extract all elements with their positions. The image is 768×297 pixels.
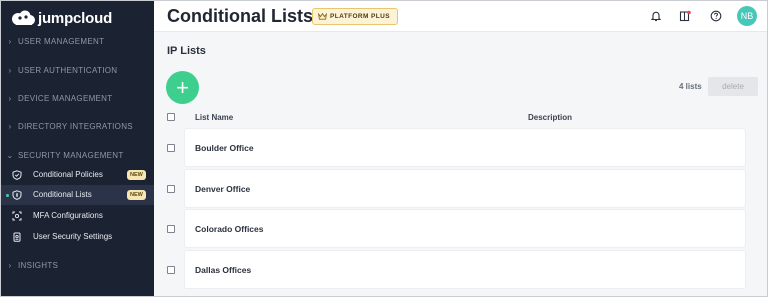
app-window: jumpcloud › USER MANAGEMENT › USER AUTHE… bbox=[0, 0, 768, 297]
sidebar-item-mfa-configurations[interactable]: MFA Configurations bbox=[1, 206, 154, 226]
delete-button[interactable]: delete bbox=[708, 77, 758, 96]
crown-icon bbox=[318, 13, 327, 20]
sidebar-item-user-security-settings[interactable]: User Security Settings bbox=[1, 227, 154, 247]
list-shield-icon bbox=[12, 190, 22, 200]
platform-plus-label: PLATFORM PLUS bbox=[330, 13, 390, 20]
select-all-checkbox[interactable] bbox=[167, 113, 175, 121]
nav-section-label: DIRECTORY INTEGRATIONS bbox=[18, 121, 133, 131]
sidebar-item-label: Conditional Lists bbox=[33, 190, 92, 199]
chevron-right-icon: › bbox=[8, 260, 12, 270]
nav-section-label: USER AUTHENTICATION bbox=[18, 65, 118, 75]
nav-section-label: INSIGHTS bbox=[18, 260, 59, 270]
brand-logo[interactable]: jumpcloud bbox=[10, 8, 112, 28]
main-content: IP Lists + 4 lists delete List Name Desc… bbox=[154, 32, 767, 296]
table-row[interactable]: Denver Office bbox=[185, 170, 745, 207]
section-title: IP Lists bbox=[167, 45, 206, 57]
row-checkbox[interactable] bbox=[167, 185, 175, 193]
row-checkbox[interactable] bbox=[167, 144, 175, 152]
list-count: 4 lists bbox=[679, 82, 702, 91]
chevron-right-icon: › bbox=[8, 65, 12, 75]
new-badge: NEW bbox=[127, 190, 146, 200]
table-row[interactable]: Boulder Office bbox=[185, 129, 745, 166]
nav-section-insights[interactable]: › INSIGHTS bbox=[1, 255, 154, 275]
nav-section-label: USER MANAGEMENT bbox=[18, 36, 105, 46]
nav-section-label: SECURITY MANAGEMENT bbox=[18, 150, 124, 160]
chevron-right-icon: › bbox=[8, 93, 12, 103]
bell-icon[interactable] bbox=[650, 10, 662, 22]
scan-icon bbox=[12, 211, 22, 221]
chevron-down-icon: ⌄ bbox=[6, 150, 14, 160]
nav-section-user-authentication[interactable]: › USER AUTHENTICATION bbox=[1, 60, 154, 80]
row-list-name: Denver Office bbox=[195, 184, 251, 194]
user-avatar[interactable]: NB bbox=[737, 6, 757, 26]
sidebar-item-conditional-lists[interactable]: Conditional Lists NEW bbox=[1, 185, 154, 205]
row-list-name: Dallas Offices bbox=[195, 265, 252, 275]
row-list-name: Boulder Office bbox=[195, 143, 254, 153]
sidebar-item-label: MFA Configurations bbox=[33, 211, 103, 220]
active-indicator bbox=[6, 194, 9, 197]
top-header: Conditional Lists PLATFORM PLUS NB bbox=[154, 1, 767, 32]
new-badge: NEW bbox=[127, 170, 146, 180]
sidebar-item-label: User Security Settings bbox=[33, 232, 113, 241]
help-icon[interactable] bbox=[710, 10, 722, 22]
page-title: Conditional Lists bbox=[167, 6, 313, 26]
table-row[interactable]: Dallas Offices bbox=[185, 251, 745, 288]
shield-icon bbox=[12, 170, 22, 180]
brand-name: jumpcloud bbox=[38, 9, 113, 27]
column-header-list-name[interactable]: List Name bbox=[195, 113, 233, 122]
platform-plus-badge[interactable]: PLATFORM PLUS bbox=[312, 8, 398, 25]
row-list-name: Colorado Offices bbox=[195, 224, 264, 234]
chevron-right-icon: › bbox=[8, 121, 12, 131]
table-row[interactable]: Colorado Offices bbox=[185, 210, 745, 247]
lock-icon bbox=[13, 232, 21, 242]
nav-section-directory-integrations[interactable]: › DIRECTORY INTEGRATIONS bbox=[1, 116, 154, 136]
column-header-description[interactable]: Description bbox=[528, 113, 572, 122]
cloud-logo-icon bbox=[12, 10, 35, 25]
sidebar-item-conditional-policies[interactable]: Conditional Policies NEW bbox=[1, 165, 154, 185]
chevron-right-icon: › bbox=[8, 36, 12, 46]
sidebar: jumpcloud › USER MANAGEMENT › USER AUTHE… bbox=[1, 1, 154, 296]
news-icon[interactable] bbox=[679, 10, 691, 22]
nav-section-user-management[interactable]: › USER MANAGEMENT bbox=[1, 31, 154, 51]
row-checkbox[interactable] bbox=[167, 225, 175, 233]
add-list-button[interactable]: + bbox=[166, 71, 199, 104]
row-checkbox[interactable] bbox=[167, 266, 175, 274]
nav-section-device-management[interactable]: › DEVICE MANAGEMENT bbox=[1, 88, 154, 108]
nav-section-security-management[interactable]: ⌄ SECURITY MANAGEMENT bbox=[1, 145, 154, 165]
sidebar-item-label: Conditional Policies bbox=[33, 170, 103, 179]
nav-section-label: DEVICE MANAGEMENT bbox=[18, 93, 113, 103]
